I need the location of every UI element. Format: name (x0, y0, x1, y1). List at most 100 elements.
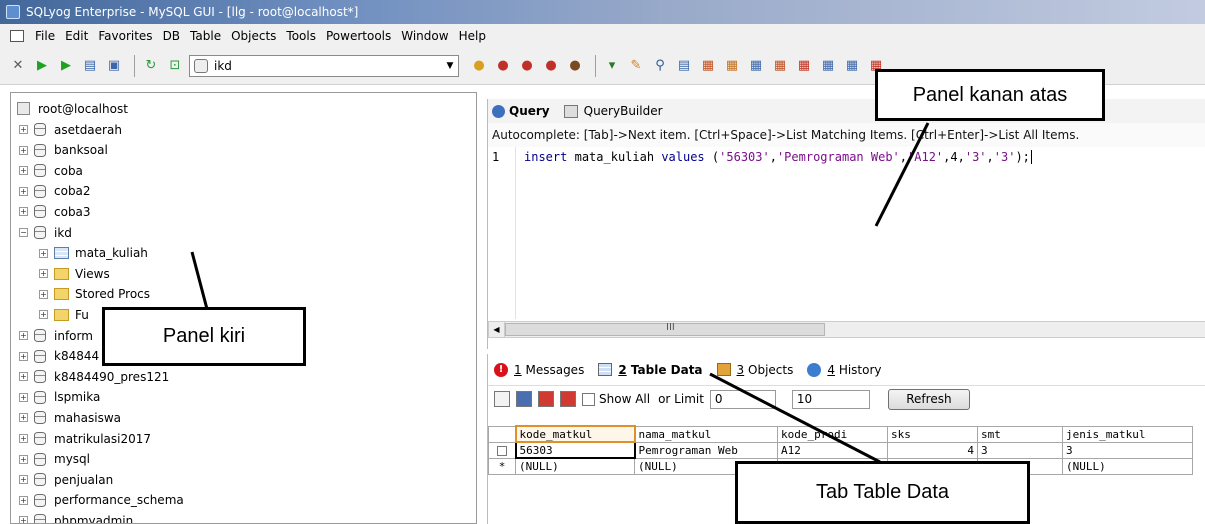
search-icon[interactable]: ⚲ (650, 56, 670, 76)
table-cell[interactable]: (NULL) (1062, 457, 1193, 475)
delete-row-icon[interactable] (538, 391, 554, 407)
tab-query[interactable]: Query (492, 100, 558, 122)
tree-item-k84844[interactable]: + k84844 (19, 346, 99, 367)
tree-item-phpmyadmin[interactable]: + phpmyadmin (19, 510, 133, 523)
expand-icon[interactable]: + (19, 475, 28, 485)
limit-offset-input[interactable]: 0 (709, 389, 776, 409)
column-header[interactable]: sks (887, 425, 978, 443)
table-icon[interactable]: ▤ (80, 56, 100, 76)
sync-icon[interactable]: ● (541, 56, 561, 76)
limit-count-input[interactable]: 10 (791, 389, 870, 409)
expand-icon[interactable]: + (19, 186, 28, 196)
tab-history[interactable]: 4 History (807, 362, 882, 377)
expand-icon[interactable]: + (39, 269, 48, 279)
tab-table-data[interactable]: 2 Table Data (598, 363, 703, 377)
export-icon[interactable]: ▣ (104, 56, 124, 76)
tab-messages[interactable]: ! 1 Messages (494, 362, 584, 377)
menu-file[interactable]: File (30, 29, 60, 43)
column-header[interactable]: smt (977, 425, 1063, 443)
tree-item-matrikulasi2017[interactable]: + matrikulasi2017 (19, 428, 151, 449)
menu-tools[interactable]: Tools (281, 29, 321, 43)
tree-item-asetdaerah[interactable]: + asetdaerah (19, 119, 122, 140)
tree-item-coba3[interactable]: + coba3 (19, 201, 91, 222)
menu-powertools[interactable]: Powertools (321, 29, 396, 43)
table-cell[interactable]: 3 (977, 441, 1063, 459)
expand-icon[interactable]: + (19, 454, 28, 464)
user-manager-icon[interactable]: ▾ (602, 56, 622, 76)
export-result-icon[interactable] (494, 391, 510, 407)
restore-icon[interactable]: ● (493, 56, 513, 76)
column-header[interactable]: nama_matkul (634, 425, 778, 443)
column-header[interactable]: kode_prodi (777, 425, 888, 443)
expand-icon[interactable]: + (19, 125, 28, 134)
table-cell[interactable]: Pemrograman Web (634, 441, 778, 459)
tree-item-fu[interactable]: + Fu (39, 304, 89, 325)
tree-root[interactable]: root@localhost (17, 98, 128, 119)
expand-icon[interactable]: + (19, 145, 28, 155)
tab-querybuilder[interactable]: QueryBuilder (563, 100, 671, 122)
backup-icon[interactable]: ● (469, 56, 489, 76)
expand-icon[interactable]: + (19, 434, 28, 443)
scroll-thumb[interactable]: III (505, 322, 825, 336)
save-icon[interactable] (516, 391, 532, 407)
schedule-icon[interactable]: ● (517, 56, 537, 76)
expand-icon[interactable]: + (19, 207, 28, 217)
tree-item-banksoal[interactable]: + banksoal (19, 140, 108, 161)
menu-favorites[interactable]: Favorites (93, 29, 157, 43)
function-icon[interactable]: ▦ (770, 56, 790, 76)
expand-icon[interactable]: + (19, 495, 28, 505)
view-icon[interactable]: ▦ (722, 56, 742, 76)
show-all-checkbox[interactable] (582, 392, 595, 406)
expand-icon[interactable]: + (19, 372, 28, 382)
table-row[interactable]: 56303 Pemrograman Web A12 4 3 3 (488, 441, 1193, 459)
event-icon[interactable]: ▦ (818, 56, 838, 76)
index-icon[interactable]: ▦ (842, 56, 862, 76)
database-selector[interactable]: ikd ▼ (189, 54, 459, 77)
expand-icon[interactable]: + (19, 166, 28, 176)
expand-icon[interactable]: + (39, 289, 48, 299)
menu-objects[interactable]: Objects (226, 29, 281, 43)
expand-icon[interactable]: + (19, 392, 28, 402)
copy-db-icon[interactable]: ● (565, 56, 585, 76)
expand-icon[interactable]: + (19, 516, 28, 523)
sql-code[interactable]: insert mata_kuliah values ('56303','Pemr… (524, 150, 1032, 164)
import-icon[interactable]: ▤ (674, 56, 694, 76)
procedure-icon[interactable]: ▦ (746, 56, 766, 76)
menu-window[interactable]: Window (396, 29, 453, 43)
column-header[interactable]: kode_matkul (514, 425, 636, 443)
expand-icon[interactable]: + (19, 413, 28, 423)
connect-icon[interactable]: ✕ (8, 56, 28, 76)
tree-item-performance-schema[interactable]: + performance_schema (19, 490, 184, 511)
table-cell[interactable]: A12 (777, 441, 888, 459)
tree-item-inform[interactable]: + inform (19, 325, 93, 346)
table-cell[interactable]: 3 (1062, 441, 1193, 459)
tree-item-stored-procs[interactable]: + Stored Procs (39, 284, 150, 305)
execute-query-icon[interactable]: ▶ (32, 56, 52, 76)
edit-icon[interactable]: ✎ (626, 56, 646, 76)
tab-objects[interactable]: 3 Objects (716, 363, 793, 377)
menu-help[interactable]: Help (454, 29, 491, 43)
menu-table[interactable]: Table (185, 29, 226, 43)
tree-item-penjualan[interactable]: + penjualan (19, 469, 113, 490)
expand-icon[interactable]: + (39, 248, 48, 258)
table-cell[interactable]: (NULL) (515, 457, 635, 475)
refresh-button[interactable]: Refresh (887, 388, 970, 410)
sql-editor[interactable]: 1 insert mata_kuliah values ('56303','Pe… (488, 147, 1205, 319)
tree-item-coba[interactable]: + coba (19, 160, 83, 181)
mdi-window-icon[interactable] (8, 29, 26, 43)
tree-item-views[interactable]: + Views (39, 263, 110, 284)
tree-item-ikd[interactable]: − ikd (19, 222, 72, 243)
tree-item-mata-kuliah[interactable]: + mata_kuliah (39, 243, 148, 264)
expand-icon[interactable]: + (19, 351, 28, 361)
tree-item-mysql[interactable]: + mysql (19, 449, 90, 470)
scroll-left-icon[interactable]: ◀ (489, 322, 505, 337)
schema-icon[interactable]: ⊡ (165, 56, 185, 76)
menu-db[interactable]: DB (158, 29, 185, 43)
delete-all-icon[interactable] (560, 391, 576, 407)
collapse-icon[interactable]: − (19, 228, 28, 237)
expand-icon[interactable]: + (39, 310, 48, 320)
table-tool-icon[interactable]: ▦ (698, 56, 718, 76)
chevron-down-icon[interactable]: ▼ (442, 56, 458, 76)
row-checkbox[interactable] (488, 441, 516, 459)
table-cell[interactable]: 56303 (514, 441, 636, 459)
